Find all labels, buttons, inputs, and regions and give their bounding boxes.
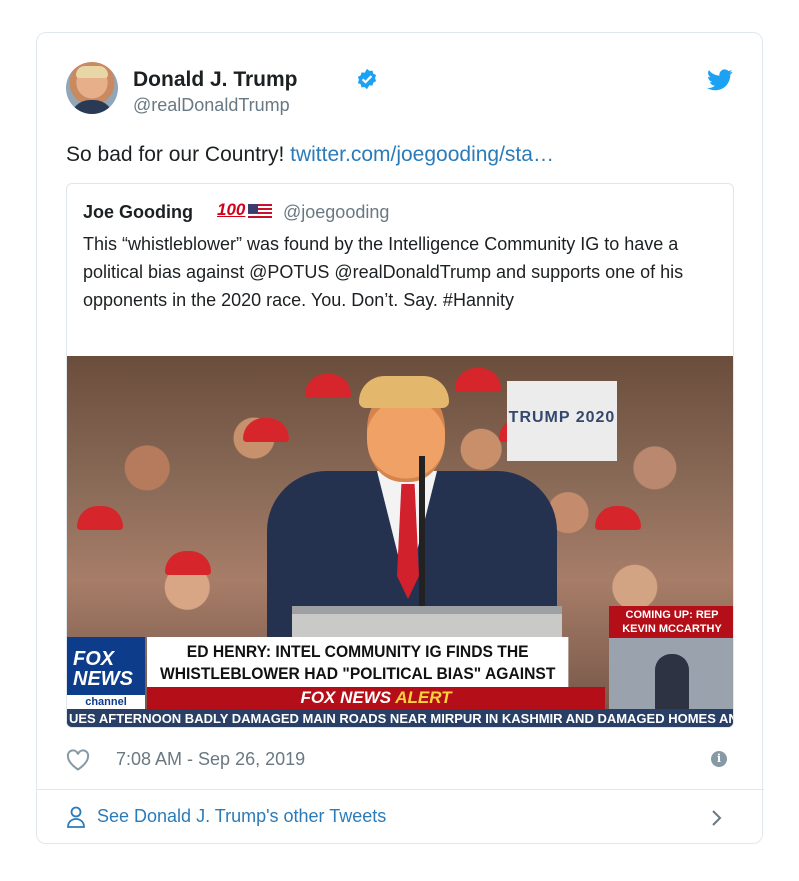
fox-logo-channel: channel (67, 695, 145, 709)
chevron-right-icon[interactable] (711, 809, 723, 827)
tweet-meta: 7:08 AM - Sep 26, 2019 i (66, 747, 733, 773)
alert-brand: FOX NEWS (300, 688, 392, 707)
speaker-hair (359, 376, 449, 408)
heart-icon[interactable] (66, 749, 90, 771)
tweet-header: Donald J. Trump @realDonaldTrump (66, 62, 733, 120)
quoted-tweet-image[interactable]: TRUMP 2020 COMING UP: REP KEVIN MCCARTHY… (67, 356, 733, 727)
fox-logo-line1: FOX (73, 648, 115, 670)
embedded-tweet-card[interactable]: Donald J. Trump @realDonaldTrump So bad … (36, 32, 764, 844)
person-icon (67, 806, 85, 828)
info-icon[interactable]: i (711, 751, 727, 767)
campaign-sign: TRUMP 2020 (507, 381, 617, 461)
author-avatar[interactable] (66, 62, 118, 114)
coming-up-banner: COMING UP: REP KEVIN MCCARTHY (609, 606, 733, 638)
inset-video (609, 638, 733, 709)
news-crawl: UES AFTERNOON BADLY DAMAGED MAIN ROADS N… (67, 709, 733, 727)
tweet-timestamp[interactable]: 7:08 AM - Sep 26, 2019 (116, 749, 305, 770)
tweet-footer[interactable]: See Donald J. Trump's other Tweets (66, 805, 733, 831)
quoted-tweet-text: This “whistleblower” was found by the In… (83, 234, 684, 310)
other-tweets-link[interactable]: See Donald J. Trump's other Tweets (97, 806, 386, 827)
hundred-points-icon: 100 (217, 200, 246, 219)
verified-badge-icon (357, 68, 377, 90)
twitter-bird-icon[interactable] (707, 69, 733, 91)
news-headline: ED HENRY: INTEL COMMUNITY IG FINDS THE W… (147, 637, 569, 705)
tweet-body: So bad for our Country! twitter.com/joeg… (66, 143, 554, 167)
news-lower-third: COMING UP: REP KEVIN MCCARTHY FOX NEWS c… (67, 606, 733, 727)
author-handle[interactable]: @realDonaldTrump (133, 95, 290, 116)
quoted-author-handle: @joegooding (283, 202, 390, 222)
fox-logo-line2: NEWS (73, 668, 133, 690)
fox-news-logo: FOX NEWS channel (67, 637, 145, 709)
quoted-tweet[interactable]: Joe Gooding 100 @joegooding This “whistl… (66, 183, 734, 728)
alert-word: ALERT (395, 688, 452, 707)
author-name[interactable]: Donald J. Trump (133, 68, 298, 92)
us-flag-icon (248, 204, 272, 220)
microphone-stand (419, 456, 425, 606)
footer-divider (37, 789, 764, 790)
tweet-text: So bad for our Country! (66, 143, 285, 166)
fox-news-alert-bar: FOX NEWS ALERT (147, 687, 605, 709)
quoted-author-name: Joe Gooding (83, 202, 193, 222)
tweet-quote-link[interactable]: twitter.com/joegooding/sta… (290, 143, 554, 166)
